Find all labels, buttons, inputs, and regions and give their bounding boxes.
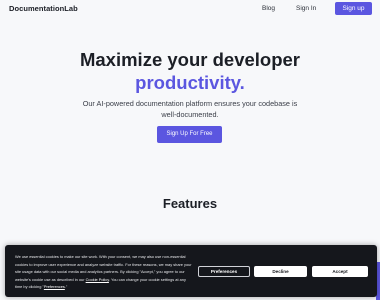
preferences-link[interactable]: Preferences — [44, 284, 65, 289]
nav-link-blog[interactable]: Blog — [262, 5, 275, 12]
features-heading: Features — [162, 196, 218, 211]
cookie-accept-button[interactable]: Accept — [312, 266, 368, 277]
cookie-banner-text: We use essential cookies to make our sit… — [15, 253, 193, 291]
hero-title: Maximize your developer productivity. — [0, 48, 380, 94]
hero-subtitle: Our AI-powered documentation platform en… — [82, 99, 298, 119]
cookie-banner: We use essential cookies to make our sit… — [5, 245, 377, 297]
cookie-decline-button[interactable]: Decline — [254, 266, 307, 277]
cookie-preferences-button[interactable]: Preferences — [198, 266, 250, 277]
site-logo[interactable]: DocumentationLab — [9, 4, 78, 13]
sign-up-button[interactable]: Sign up — [335, 2, 372, 15]
sign-up-free-button[interactable]: Sign Up For Free — [157, 126, 222, 143]
nav-link-sign-in[interactable]: Sign In — [296, 5, 316, 12]
hero-title-accent: productivity. — [135, 72, 245, 93]
site-header: DocumentationLab Blog Sign In Sign up — [0, 0, 380, 20]
hero-title-line1: Maximize your developer — [79, 49, 301, 70]
cookie-text-end: ." — [64, 284, 68, 290]
landing-page: DocumentationLab Blog Sign In Sign up Ma… — [0, 0, 380, 300]
cookie-policy-link[interactable]: Cookie Policy — [86, 277, 109, 282]
